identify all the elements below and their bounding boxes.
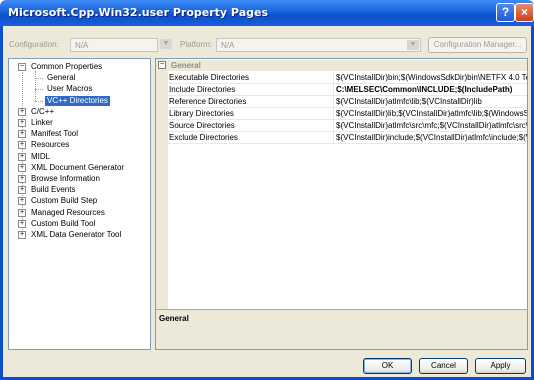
- tree-item-label: Linker: [31, 118, 53, 127]
- tree-item-managed-resources[interactable]: + Managed Resources: [18, 207, 105, 218]
- ok-button[interactable]: OK: [363, 358, 412, 374]
- column-divider: [333, 108, 334, 120]
- chevron-down-icon[interactable]: ▼: [160, 39, 172, 49]
- collapse-icon[interactable]: −: [158, 61, 166, 69]
- expand-icon[interactable]: +: [18, 163, 26, 172]
- grid-category-header[interactable]: − General: [156, 60, 527, 71]
- tree-item-vc-directories[interactable]: VC++ Directories: [45, 95, 110, 106]
- expand-icon[interactable]: +: [18, 186, 26, 195]
- property-row[interactable]: Library Directories $(VCInstallDir)lib;$(…: [168, 108, 527, 120]
- expand-icon[interactable]: +: [18, 197, 26, 206]
- configuration-value: N/A: [75, 41, 89, 50]
- column-divider: [333, 120, 334, 132]
- cancel-button[interactable]: Cancel: [419, 358, 468, 374]
- tree-item-label: MIDL: [31, 151, 51, 161]
- expand-icon[interactable]: +: [18, 107, 26, 116]
- column-divider: [333, 84, 334, 96]
- grid-category-label: General: [171, 61, 201, 70]
- platform-dropdown[interactable]: N/A ▼: [216, 38, 421, 52]
- tree-item-resources[interactable]: + Resources: [18, 140, 70, 150]
- tree-connector-line: [35, 100, 43, 102]
- chevron-down-icon[interactable]: ▼: [407, 40, 419, 50]
- tree-item-label: Custom Build Step: [31, 196, 98, 206]
- title-bar: Microsoft.Cpp.Win32.user Property Pages …: [0, 0, 534, 26]
- configuration-manager-button[interactable]: Configuration Manager...: [428, 37, 527, 53]
- window-title: Microsoft.Cpp.Win32.user Property Pages: [8, 6, 268, 19]
- grid-margin: [156, 59, 168, 309]
- property-row[interactable]: Reference Directories $(VCInstallDir)atlm…: [168, 96, 527, 108]
- property-tree[interactable]: − Common Properties General User Macros VC++…: [8, 58, 151, 350]
- platform-label: Platform:: [180, 40, 213, 49]
- platform-value: N/A: [221, 41, 235, 50]
- tree-item-c-c-[interactable]: + C/C++: [18, 106, 55, 117]
- tree-item-linker[interactable]: + Linker: [18, 118, 53, 128]
- configuration-label: Configuration:: [9, 40, 59, 49]
- property-grid[interactable]: − General Executable Directories $(VCInst…: [155, 58, 528, 350]
- expand-icon[interactable]: +: [18, 141, 26, 150]
- tree-item-label: Resources: [31, 140, 70, 150]
- tree-item-label: Build Events: [31, 185, 76, 195]
- help-button[interactable]: ?: [496, 3, 515, 22]
- property-value[interactable]: $(VCInstallDir)include;$(VCInstallDir)at…: [336, 133, 527, 142]
- property-name: Executable Directories: [169, 73, 250, 82]
- property-row[interactable]: Include Directories C:\MELSEC\Common\INCL…: [168, 84, 527, 96]
- tree-item-label: Browse Information: [31, 174, 100, 183]
- tree-connector-line: [35, 78, 43, 80]
- tree-item-label: Manifest Tool: [31, 129, 78, 139]
- tree-item-general[interactable]: General: [47, 73, 75, 83]
- description-panel: General: [156, 309, 527, 349]
- tree-item-label: C/C++: [31, 106, 55, 116]
- expand-icon[interactable]: +: [18, 208, 26, 217]
- property-row[interactable]: Source Directories $(VCInstallDir)atlmfc\…: [168, 120, 527, 132]
- expand-icon[interactable]: +: [18, 231, 26, 239]
- tree-item-midl[interactable]: + MIDL: [18, 151, 51, 162]
- property-row[interactable]: Exclude Directories $(VCInstallDir)includ…: [168, 132, 527, 144]
- tree-item-label: Common Properties: [31, 62, 103, 71]
- tree-connector-line: [35, 89, 43, 91]
- column-divider: [333, 96, 334, 108]
- property-value[interactable]: $(VCInstallDir)atlmfc\src\mfc;$(VCInstal…: [336, 121, 527, 130]
- property-value[interactable]: $(VCInstallDir)lib;$(VCInstallDir)atlmfc…: [336, 109, 527, 118]
- column-divider: [333, 132, 334, 144]
- tree-item-label: Managed Resources: [31, 207, 105, 217]
- apply-button[interactable]: Apply: [475, 358, 526, 374]
- tree-item-label: XML Document Generator: [31, 162, 125, 172]
- expand-icon[interactable]: +: [18, 219, 26, 228]
- tree-item-xml-data-generator-tool[interactable]: + XML Data Generator Tool: [18, 230, 122, 240]
- property-value[interactable]: C:\MELSEC\Common\INCLUDE;$(IncludePath): [336, 85, 527, 94]
- configuration-dropdown[interactable]: N/A: [70, 38, 158, 52]
- configuration-dropdown-arrow: ▼: [159, 38, 173, 52]
- property-name: Source Directories: [169, 121, 235, 130]
- property-name: Include Directories: [169, 85, 236, 94]
- tree-item-label: Custom Build Tool: [31, 218, 96, 228]
- tree-item-manifest-tool[interactable]: + Manifest Tool: [18, 129, 78, 139]
- tree-item-custom-build-step[interactable]: + Custom Build Step: [18, 196, 98, 206]
- tree-item-xml-document-generator[interactable]: + XML Document Generator: [18, 162, 125, 173]
- property-name: Exclude Directories: [169, 133, 238, 142]
- expand-icon[interactable]: +: [18, 119, 26, 127]
- tree-item-custom-build-tool[interactable]: + Custom Build Tool: [18, 218, 96, 229]
- expand-icon[interactable]: +: [18, 152, 26, 161]
- expand-icon[interactable]: +: [18, 130, 26, 139]
- expand-icon[interactable]: +: [18, 175, 26, 183]
- tree-item-label: XML Data Generator Tool: [31, 230, 122, 239]
- property-row[interactable]: Executable Directories $(VCInstallDir)bin…: [168, 72, 527, 84]
- close-button[interactable]: ×: [515, 3, 534, 22]
- property-name: Library Directories: [169, 109, 234, 118]
- tree-item-common-properties[interactable]: − Common Properties: [18, 62, 103, 72]
- column-divider: [333, 72, 334, 84]
- property-name: Reference Directories: [169, 97, 247, 106]
- tree-item-user-macros[interactable]: User Macros: [47, 84, 92, 94]
- tree-item-browse-information[interactable]: + Browse Information: [18, 174, 100, 184]
- collapse-icon[interactable]: −: [18, 63, 26, 71]
- property-value[interactable]: $(VCInstallDir)atlmfc\lib;$(VCInstallDir…: [336, 97, 527, 106]
- tree-item-build-events[interactable]: + Build Events: [18, 185, 76, 195]
- description-title: General: [159, 314, 189, 323]
- tree-connector-line: [35, 71, 36, 101]
- property-value[interactable]: $(VCInstallDir)bin;$(WindowsSdkDir)bin\N…: [336, 73, 527, 82]
